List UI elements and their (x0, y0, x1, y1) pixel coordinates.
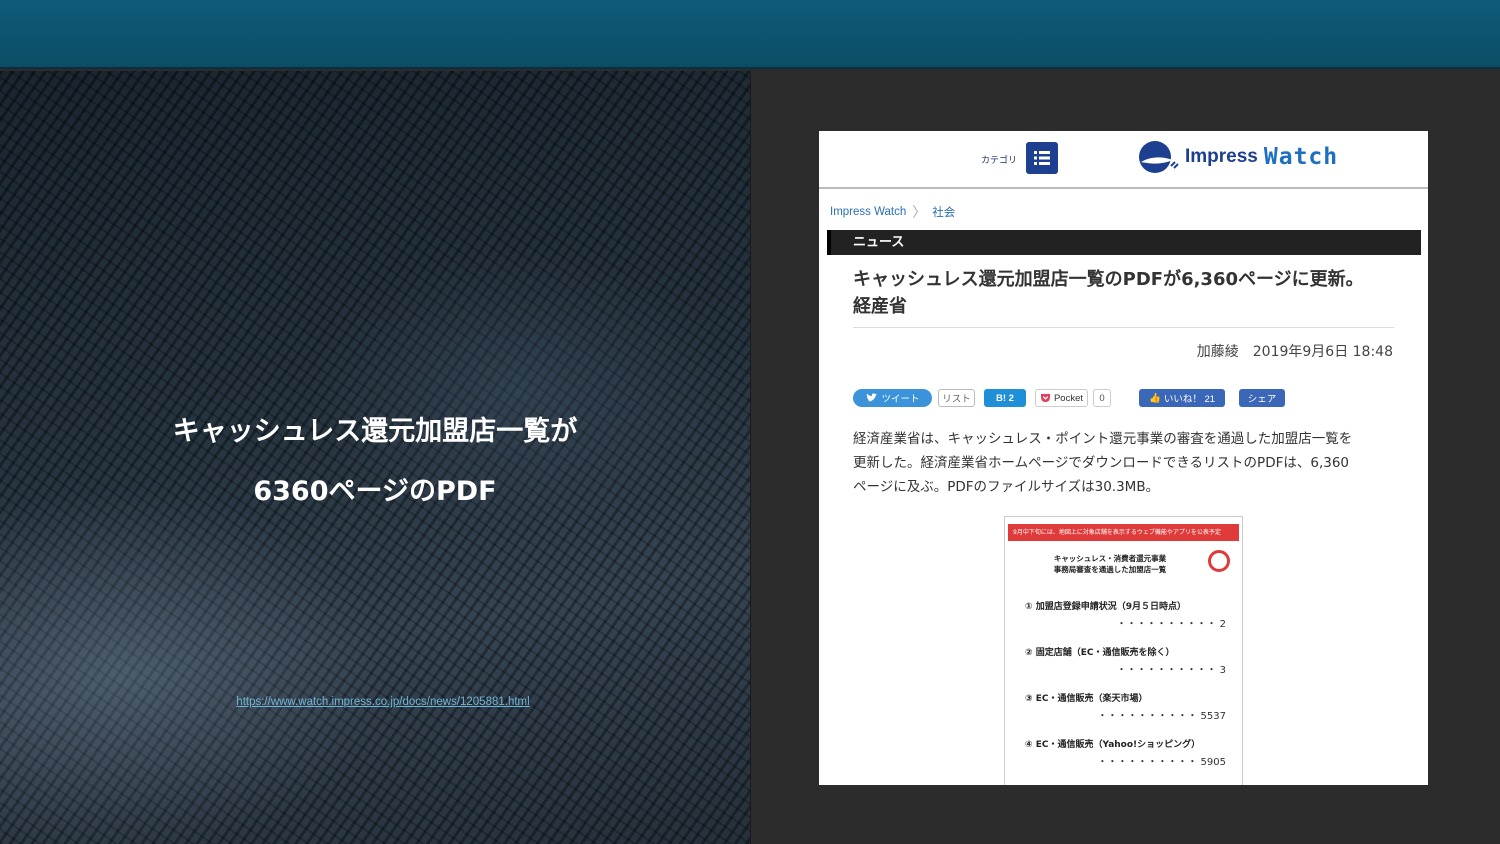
tweet-label: ツイート (881, 394, 920, 405)
pocket-label: Pocket (1053, 392, 1084, 404)
headline-line1: キャッシュレス還元加盟店一覧のPDFが6,360ページに更新。 (853, 269, 1364, 290)
pdf-item-label: ② 固定店舗（EC・通信販売を除く） (1025, 648, 1175, 658)
logo-impress-text: Impress (1185, 146, 1258, 167)
thumbs-up-icon: 👍 (1148, 392, 1161, 404)
pdf-title-line2: 事務局審査を通過した加盟店一覧 (1053, 565, 1167, 574)
author: 加藤綾 (1196, 344, 1239, 360)
hatena-bookmark-button[interactable]: B! 2 (984, 389, 1026, 407)
facebook-like-button[interactable]: 👍 いいね！ 21 (1139, 389, 1225, 407)
slide-title-line2: 6360ページのPDF (253, 476, 497, 507)
top-bar (0, 0, 1500, 69)
pdf-item-value: ・・・・・・・・・・ 2 (1116, 619, 1226, 630)
impress-logo-icon (1139, 141, 1179, 173)
breadcrumb-home[interactable]: Impress Watch (830, 206, 906, 218)
article-body: 経済産業省は、キャッシュレス・ポイント還元事業の審査を通過した加盟店一覧を 更新… (853, 427, 1398, 499)
social-buttons: ツイート リスト B! 2 Pocket 0 👍 いいね！ 21 シェア (853, 389, 1285, 407)
twitter-bird-icon (866, 393, 878, 402)
headline-line2: 経産省 (853, 296, 907, 317)
logo-watch-text: Watch (1263, 144, 1339, 170)
pdf-item-value: ・・・・・・・・・・ 3 (1116, 665, 1226, 676)
publish-datetime: 2019年9月6日 18:48 (1252, 344, 1393, 360)
breadcrumb: Impress Watch 〉 社会 (830, 202, 955, 222)
slide-left-panel: キャッシュレス還元加盟店一覧が 6360ページのPDF https://www.… (0, 71, 750, 844)
pdf-item-value: ・・・・・・・・・・ 5905 (1097, 757, 1226, 768)
pocket-count: 0 (1093, 389, 1111, 407)
pocket-button[interactable]: Pocket (1035, 389, 1088, 407)
breadcrumb-section[interactable]: 社会 (932, 204, 955, 220)
tweet-button[interactable]: ツイート (853, 389, 932, 407)
facebook-share-button[interactable]: シェア (1239, 389, 1285, 407)
pdf-preview-image[interactable]: 9月中下旬には、地図上に対象店舗を表示するウェブ機能やアプリを公表予定 キャッシ… (1004, 516, 1243, 785)
cashless-logo-icon (1208, 550, 1230, 572)
article-headline: キャッシュレス還元加盟店一覧のPDFが6,360ページに更新。 経産省 (853, 266, 1393, 320)
section-bar: ニュース (827, 230, 1421, 255)
source-link[interactable]: https://www.watch.impress.co.jp/docs/new… (0, 696, 750, 708)
list-button[interactable]: リスト (938, 389, 975, 407)
body-line: ページに及ぶ。PDFのファイルサイズは30.3MB。 (853, 479, 1160, 495)
body-line: 経済産業省は、キャッシュレス・ポイント還元事業の審査を通過した加盟店一覧を (853, 431, 1353, 447)
impress-watch-logo[interactable]: Impress Watch (1137, 139, 1338, 175)
pdf-item-label: ③ EC・通信販売（楽天市場） (1025, 694, 1148, 704)
slide-title-line1: キャッシュレス還元加盟店一覧が (172, 416, 578, 447)
pdf-item-label: ④ EC・通信販売（Yahoo!ショッピング） (1025, 740, 1201, 750)
category-label: カテゴリ (981, 156, 1018, 166)
pdf-title-line1: キャッシュレス・消費者還元事業 (1053, 554, 1167, 563)
byline: 加藤綾 2019年9月6日 18:48 (1183, 341, 1393, 361)
facebook-like-label: いいね！ 21 (1163, 394, 1216, 405)
pdf-item-label: ① 加盟店登録申請状況（9月５日時点） (1025, 602, 1187, 612)
menu-list-icon (1034, 151, 1050, 165)
pdf-title: キャッシュレス・消費者還元事業 事務局審査を通過した加盟店一覧 (1035, 553, 1185, 575)
body-line: 更新した。経済産業省ホームページでダウンロードできるリストのPDFは、6,360 (853, 455, 1350, 471)
pocket-icon (1040, 394, 1050, 402)
category-menu-button[interactable] (1026, 142, 1058, 174)
site-header: カテゴリ Impress Watch (819, 131, 1428, 189)
pdf-item-value: ・・・・・・・・・・ 5537 (1097, 711, 1226, 722)
article-screenshot: カテゴリ Impress Watch Impress Watch 〉 社会 ニュ… (819, 131, 1428, 785)
breadcrumb-separator-icon: 〉 (912, 204, 927, 220)
pdf-banner: 9月中下旬には、地図上に対象店舗を表示するウェブ機能やアプリを公表予定 (1008, 524, 1239, 541)
divider (853, 327, 1394, 328)
